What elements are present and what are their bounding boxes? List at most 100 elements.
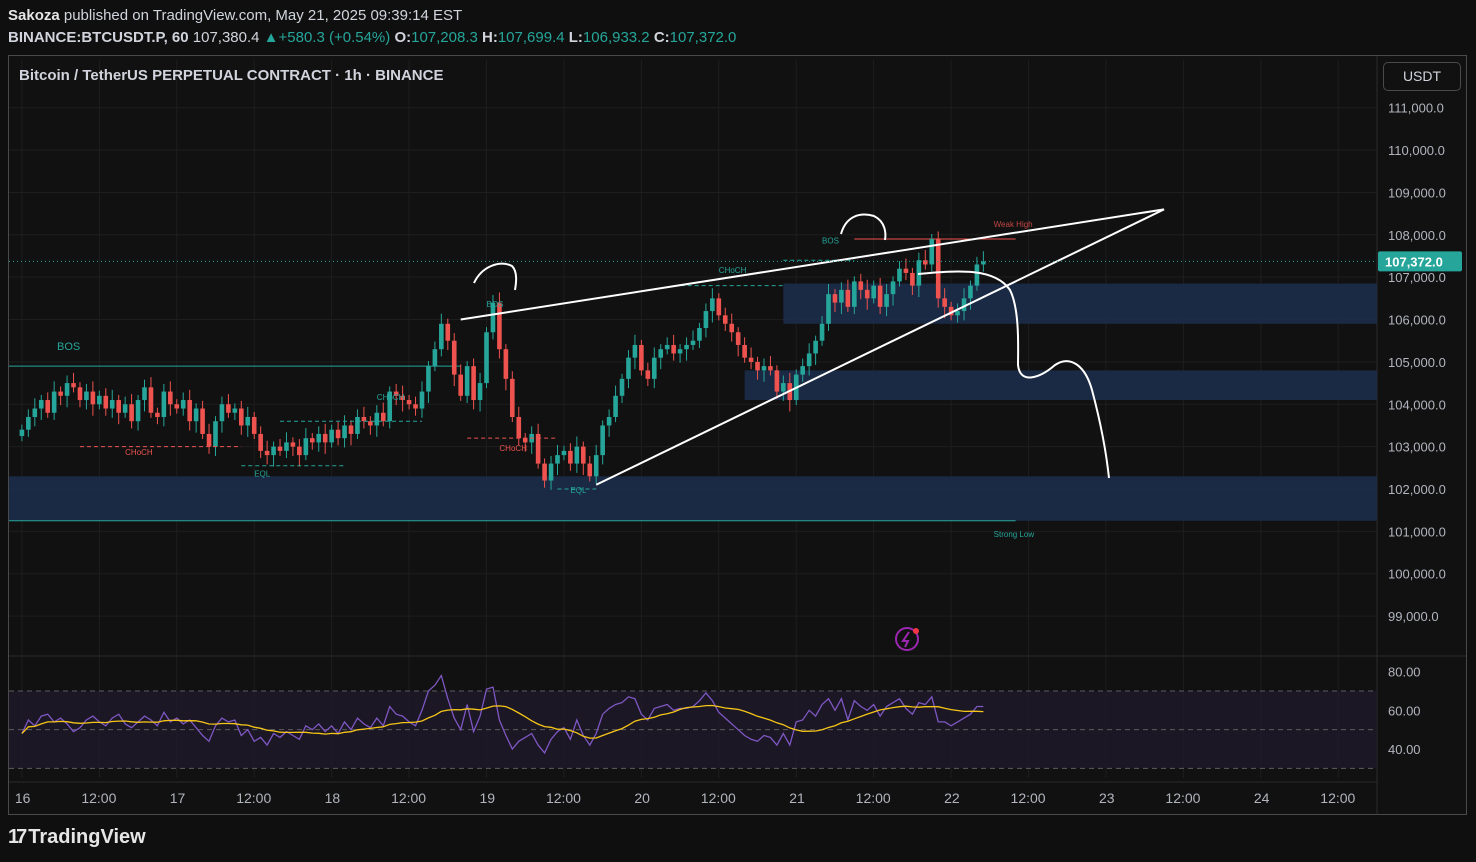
rsi-tick-label: 80.00 [1388, 665, 1421, 680]
candle-body [555, 455, 560, 464]
candle-body [432, 349, 438, 367]
y-tick-label: 109,000.0 [1388, 185, 1446, 200]
candle-body [245, 416, 251, 426]
candle-body [355, 416, 360, 434]
candle-body [445, 323, 451, 341]
candle [335, 422, 341, 446]
candle [710, 288, 715, 323]
tradingview-logo[interactable]: 17 TradingView [8, 826, 146, 849]
bos-level-label: BOS [57, 341, 80, 353]
candle [26, 409, 31, 437]
candle-body [710, 298, 715, 312]
candle [32, 398, 38, 427]
candle-body [587, 463, 593, 477]
candle-body [742, 344, 747, 358]
candle-body [309, 438, 315, 443]
candle [451, 333, 457, 387]
candle [574, 436, 580, 473]
structure-label: EQL [254, 469, 271, 478]
candle [722, 307, 728, 331]
candle-body [419, 391, 425, 409]
candle-body [664, 344, 670, 350]
candle-body [406, 400, 412, 405]
candle [735, 327, 741, 357]
candle-body [129, 404, 134, 422]
candle-body [161, 391, 167, 417]
candle [600, 420, 605, 465]
candle [897, 261, 902, 287]
candle [516, 406, 522, 446]
candle [129, 394, 134, 429]
y-tick-label: 108,000.0 [1388, 228, 1446, 243]
candle [329, 424, 334, 448]
candle-body [761, 366, 767, 371]
candle-body [645, 370, 651, 379]
candle-body [955, 311, 960, 316]
candle [561, 445, 567, 461]
candle [277, 439, 283, 456]
candle [568, 443, 573, 471]
candle [419, 381, 425, 418]
candle [19, 424, 25, 442]
candle [432, 341, 438, 372]
candle [155, 407, 160, 425]
strong-low-label: Strong Low [994, 530, 1035, 539]
candle-body [464, 366, 470, 396]
candle-body [755, 361, 760, 371]
candle [226, 394, 231, 418]
candle-body [774, 370, 780, 392]
tradingview-mark-icon: 17 [8, 826, 27, 848]
candle-body [380, 412, 386, 422]
candle [426, 361, 431, 404]
candle-body [187, 400, 192, 422]
x-tick-label: 21 [789, 790, 805, 806]
candle-body [316, 433, 322, 443]
candle [380, 402, 386, 427]
x-tick-label: 12:00 [1165, 790, 1200, 806]
candle-body [632, 344, 638, 358]
candle-body [258, 433, 263, 451]
candle [748, 347, 754, 370]
candle-body [619, 378, 625, 396]
candle-body [903, 268, 909, 273]
candle-body [729, 323, 735, 333]
candle-body [658, 349, 664, 358]
candle-body [813, 340, 818, 354]
x-tick-label: 19 [480, 790, 496, 806]
candle-body [368, 421, 373, 426]
candle-body [135, 400, 141, 422]
candle [258, 426, 263, 459]
candle [38, 394, 44, 420]
candle-body [748, 357, 754, 362]
candle-body [826, 294, 831, 324]
candle [529, 426, 534, 454]
candle [632, 334, 638, 370]
candle-body [116, 400, 121, 413]
candle-body [471, 366, 476, 401]
candle-body [219, 404, 225, 422]
candle-body [374, 412, 380, 426]
x-tick-label: 16 [15, 790, 31, 806]
candle-body [626, 357, 631, 379]
structure-label: CHoCH [719, 266, 747, 275]
candle [703, 303, 709, 338]
candle [503, 344, 509, 391]
candle [535, 423, 541, 469]
demand-zone [9, 476, 1377, 521]
candle-body [910, 272, 915, 286]
y-tick-label: 110,000.0 [1388, 143, 1445, 158]
candle-body [968, 285, 973, 299]
candle [77, 382, 83, 408]
candle-body [781, 383, 786, 392]
candle-body [735, 332, 741, 345]
candle-body [923, 260, 928, 265]
candle [58, 386, 63, 406]
candle-body [561, 450, 567, 456]
structure-label: CHoCH [125, 448, 153, 457]
currency-button[interactable]: USDT [1383, 62, 1461, 91]
candle [264, 440, 270, 465]
candle-body [768, 366, 773, 371]
candle [368, 416, 373, 435]
candle [355, 409, 360, 440]
chart-canvas[interactable]: BOS Strong Low Weak High BOS CHoCH CHoCH EQL CH… [0, 0, 1476, 862]
